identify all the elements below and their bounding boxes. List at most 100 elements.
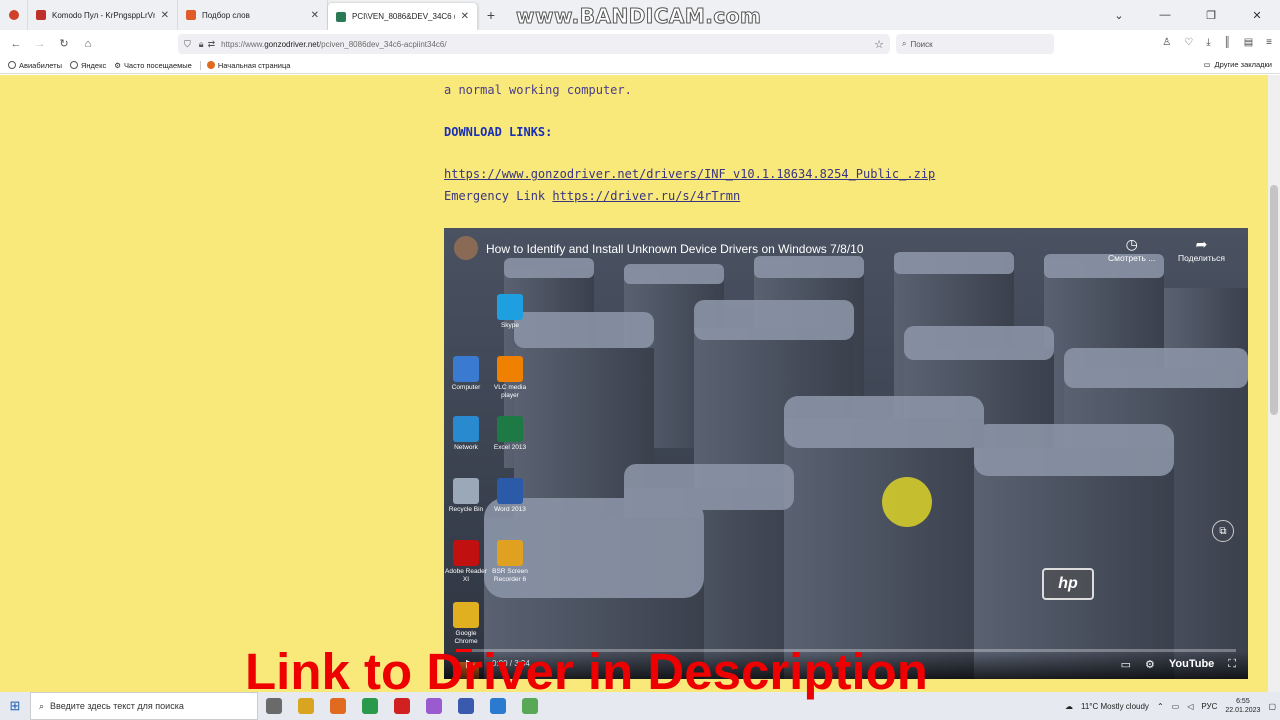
search-icon: ⌕ <box>902 39 907 48</box>
page-scrollbar[interactable] <box>1268 75 1280 692</box>
volume-icon[interactable]: ◁ <box>1187 702 1193 711</box>
desktop-icon-excel-2013[interactable]: Excel 2013 <box>488 416 532 452</box>
desktop-icon-word-2013[interactable]: Word 2013 <box>488 478 532 514</box>
tray-chevron-icon[interactable]: ⌃ <box>1157 702 1164 711</box>
tab-komodo[interactable]: Komodo Пул - KrPngsppLrVnD ✕ <box>28 0 178 30</box>
address-bar[interactable]: ⛉ 🔒︎ ⇄ https://www.gonzodriver.net/pcive… <box>178 34 890 54</box>
settings-gear-icon[interactable]: ⚙ <box>1145 658 1155 671</box>
komodo-favicon-icon <box>36 10 46 20</box>
clock[interactable]: 6:55 22.01.2023 <box>1225 697 1260 715</box>
language-indicator[interactable]: РУС <box>1201 702 1217 711</box>
minimize-button[interactable]: — <box>1142 0 1188 30</box>
channel-avatar[interactable] <box>454 236 478 260</box>
new-tab-button[interactable]: + <box>478 0 504 30</box>
app-icon <box>497 294 523 320</box>
bookmark-start-page[interactable]: Начальная страница <box>199 60 290 70</box>
desktop-icon-google-chrome[interactable]: Google Chrome <box>444 602 488 646</box>
page-content: a normal working computer. DOWNLOAD LINK… <box>0 75 1268 692</box>
emergency-label: Emergency Link <box>444 189 546 203</box>
bookmark-aviabilety[interactable]: Авиабилеты <box>8 61 62 70</box>
bookmark-frequent[interactable]: ⚙ Часто посещаемые <box>114 61 192 70</box>
back-arrow-icon[interactable]: ← <box>4 38 28 50</box>
bookmark-yandex[interactable]: Яндекс <box>69 60 107 70</box>
screen: Komodo Пул - KrPngsppLrVnD ✕ Подбор слов… <box>0 0 1280 720</box>
tab-bar: Komodo Пул - KrPngsppLrVnD ✕ Подбор слов… <box>0 0 1280 30</box>
url-text[interactable]: https://www.gonzodriver.net/pciven_8086d… <box>221 40 446 49</box>
app-icon <box>453 356 479 382</box>
desktop-icon-label: BSR Screen Recorder 6 <box>492 568 528 583</box>
library-icon[interactable]: ║ <box>1224 37 1231 48</box>
emergency-link[interactable]: https://driver.ru/s/4rTrmn <box>552 189 740 203</box>
weather-icon[interactable]: ☁ <box>1065 702 1073 711</box>
fullscreen-icon[interactable]: ⛶ <box>1228 658 1236 671</box>
notifications-icon[interactable]: ▢ <box>1268 702 1276 711</box>
app-icon <box>497 356 523 382</box>
windows-start-icon[interactable]: ⊞ <box>0 698 30 714</box>
subtitles-icon[interactable]: ▭ <box>1121 658 1131 671</box>
chart-favicon-icon <box>186 10 196 20</box>
desktop-icon-label: Network <box>454 444 478 451</box>
desktop-icon-adobe-reader-xi[interactable]: Adobe Reader XI <box>444 540 488 584</box>
miniplayer-icon[interactable]: ⧉ <box>1212 520 1234 542</box>
reader-icon[interactable]: ▤ <box>1244 37 1253 48</box>
globe-icon <box>69 61 78 69</box>
desktop-icon-computer[interactable]: Computer <box>444 356 488 392</box>
other-bookmarks[interactable]: ▭ Другие закладки <box>1203 60 1272 69</box>
url-prefix: https://www. <box>221 39 265 49</box>
weather-text[interactable]: 11°C Mostly cloudy <box>1081 702 1149 711</box>
close-tab-icon[interactable]: ✕ <box>311 10 319 21</box>
tab-podbor[interactable]: Подбор слов ✕ <box>178 0 328 30</box>
chevron-down-icon[interactable]: ⌄ <box>1096 0 1142 30</box>
clock-time: 6:55 <box>1236 698 1250 705</box>
app-icon <box>453 540 479 566</box>
desktop-icon-vlc-media-player[interactable]: VLC media player <box>488 356 532 400</box>
account-icon[interactable]: ♙ <box>1162 37 1171 48</box>
scrollbar-thumb[interactable] <box>1270 185 1278 415</box>
bandicam-watermark: www.BANDICAM.com <box>515 4 762 29</box>
window-controls: ⌄ — ❐ ✕ <box>1096 0 1280 30</box>
desktop-icon-network[interactable]: Network <box>444 416 488 452</box>
home-icon[interactable]: ⌂ <box>76 38 100 50</box>
menu-icon[interactable]: ≡ <box>1266 37 1272 48</box>
youtube-logo[interactable]: YouTube <box>1169 658 1214 671</box>
reload-icon[interactable]: ↻ <box>52 37 76 50</box>
app-icon <box>453 416 479 442</box>
share-button[interactable]: ➦ Поделиться <box>1178 236 1225 263</box>
youtube-embed[interactable]: How to Identify and Install Unknown Devi… <box>444 228 1248 679</box>
download-icon[interactable]: ⤓ <box>1206 37 1210 48</box>
forward-arrow-icon[interactable]: → <box>28 38 52 50</box>
search-input[interactable]: ⌕ Поиск <box>896 34 1054 54</box>
restore-button[interactable]: ❐ <box>1188 0 1234 30</box>
star-icon[interactable]: ☆ <box>874 38 884 51</box>
app-icon <box>453 602 479 628</box>
permissions-icon[interactable]: ⇄ <box>208 39 216 50</box>
tab-label: Подбор слов <box>202 10 250 20</box>
nav-bar: ← → ↻ ⌂ ⛉ 🔒︎ ⇄ https://www.gonzodriver.n… <box>0 30 1280 57</box>
desktop-icon-recycle-bin[interactable]: Recycle Bin <box>444 478 488 514</box>
taskbar-search-placeholder: Введите здесь текст для поиска <box>50 701 184 711</box>
bookmark-label: Яндекс <box>80 60 107 70</box>
desktop-icon-bsr-screen-recorder-6[interactable]: BSR Screen Recorder 6 <box>488 540 532 584</box>
url-domain: gonzodriver.net <box>264 39 319 49</box>
network-icon[interactable]: ▭ <box>1172 702 1180 711</box>
close-tab-icon[interactable]: ✕ <box>161 10 169 21</box>
watch-later-button[interactable]: ◷ Смотреть ... <box>1108 236 1155 263</box>
close-window-button[interactable]: ✕ <box>1234 0 1280 30</box>
bookmarks-bar: Авиабилеты Яндекс ⚙ Часто посещаемые Нача… <box>0 57 1280 74</box>
download-link[interactable]: https://www.gonzodriver.net/drivers/INF_… <box>444 167 935 181</box>
search-placeholder: Поиск <box>910 39 933 49</box>
search-icon: ⌕ <box>39 700 45 711</box>
taskbar-search-input[interactable]: ⌕ Введите здесь текст для поиска <box>30 692 258 720</box>
shield-icon[interactable]: ⛉ <box>184 39 191 50</box>
tab-pinned[interactable] <box>0 0 28 30</box>
video-frame-background <box>444 228 1248 679</box>
pocket-icon[interactable]: ♡ <box>1184 37 1193 48</box>
desktop-icon-skype[interactable]: Skype <box>488 294 532 330</box>
desktop-icon-label: Recycle Bin <box>448 506 484 513</box>
app-icon <box>453 478 479 504</box>
tab-pciven[interactable]: PCI\VEN_8086&DEV_34C6 (ACPI ✕ <box>328 3 478 30</box>
video-title[interactable]: How to Identify and Install Unknown Devi… <box>486 242 864 256</box>
video-controls-right: ▭ ⚙ YouTube ⛶ <box>1121 658 1236 671</box>
close-tab-icon[interactable]: ✕ <box>461 11 469 22</box>
lock-icon[interactable]: 🔒︎ <box>199 39 204 50</box>
